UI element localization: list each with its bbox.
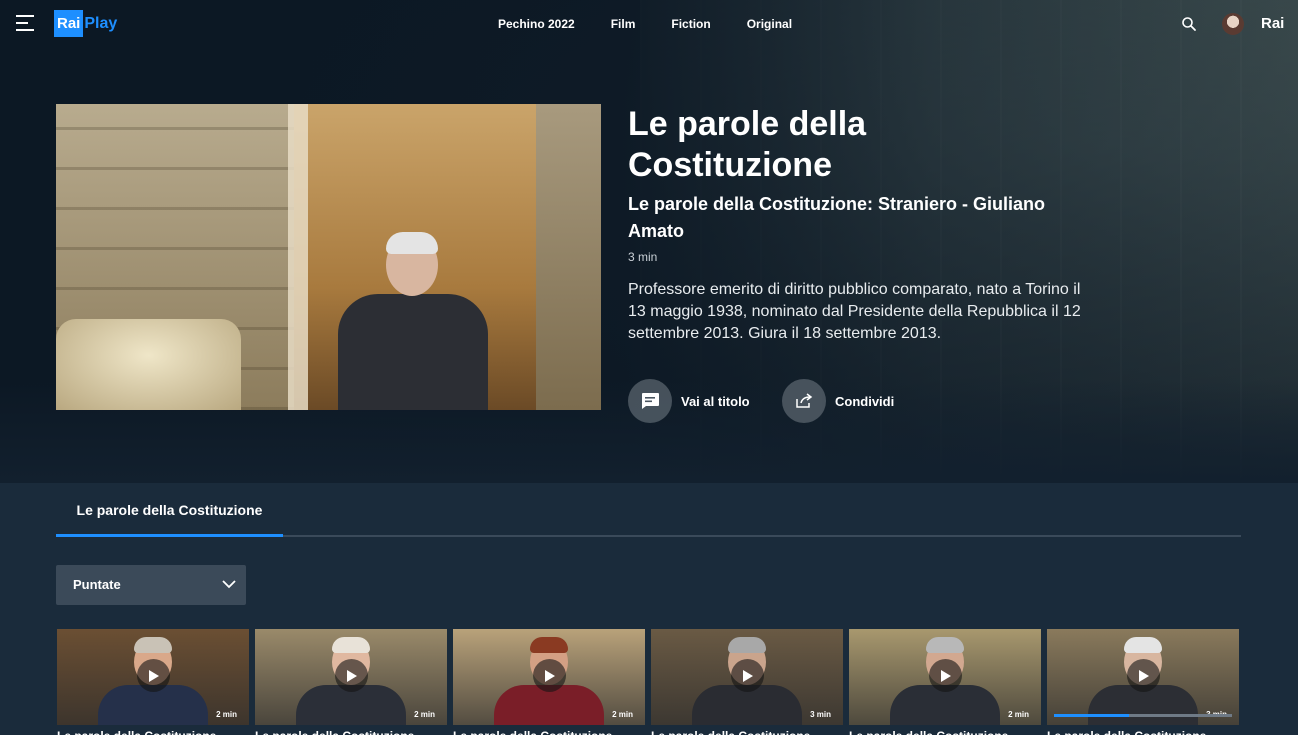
episode-duration-badge: 2 min xyxy=(1008,710,1029,719)
nav-item-film[interactable]: Film xyxy=(593,17,654,31)
season-select-value: Puntate xyxy=(73,577,121,592)
episode-card[interactable]: 3 min xyxy=(651,629,843,725)
share-icon xyxy=(796,393,813,408)
episode-duration-badge: 3 min xyxy=(810,710,831,719)
episode-card-title[interactable]: Le parole della Costituzione xyxy=(255,729,447,735)
hero-image[interactable] xyxy=(56,104,601,410)
play-icon[interactable] xyxy=(1127,659,1160,692)
top-navigation: Rai Play Pechino 2022 Film Fiction Origi… xyxy=(0,0,1298,48)
play-icon[interactable] xyxy=(137,659,170,692)
episode-carousel: 2 min Le parole della Costituzione 2 min Le… xyxy=(57,629,1241,735)
page-title: Le parole della Costituzione xyxy=(628,105,867,184)
go-to-title-label: Vai al titolo xyxy=(681,393,750,409)
episode-card-title[interactable]: Le parole della Costituzione xyxy=(57,729,249,735)
chevron-down-icon xyxy=(222,580,236,589)
episode-card-title[interactable]: Le parole della Costituzione xyxy=(1047,729,1239,735)
season-select[interactable]: Puntate xyxy=(56,565,246,605)
go-to-title-button[interactable]: Vai al titolo xyxy=(628,379,750,423)
episode-duration-badge: 2 min xyxy=(216,710,237,719)
user-avatar[interactable] xyxy=(1222,13,1244,35)
episode-title: Le parole della Costituzione: Straniero … xyxy=(628,194,1046,241)
play-icon[interactable] xyxy=(929,659,962,692)
rai-brand-link[interactable]: Rai xyxy=(1261,15,1284,32)
episode-card[interactable]: 2 min xyxy=(849,629,1041,725)
share-button[interactable]: Condividi xyxy=(782,379,894,423)
tab-active-indicator xyxy=(56,534,283,537)
comment-icon xyxy=(642,393,659,409)
episode-card[interactable]: 2 min xyxy=(255,629,447,725)
hero-section: Rai Play Pechino 2022 Film Fiction Origi… xyxy=(0,0,1298,483)
episode-card[interactable]: 2 min xyxy=(453,629,645,725)
play-icon[interactable] xyxy=(731,659,764,692)
tab-le-parole-della-costituzione[interactable]: Le parole della Costituzione xyxy=(56,483,283,537)
episode-duration: 3 min xyxy=(628,250,658,264)
share-label: Condividi xyxy=(835,393,895,409)
main-nav: Pechino 2022 Film Fiction Original xyxy=(480,0,810,48)
nav-item-fiction[interactable]: Fiction xyxy=(653,17,728,31)
episode-card-title[interactable]: Le parole della Costituzione xyxy=(651,729,843,735)
play-icon[interactable] xyxy=(533,659,566,692)
search-icon[interactable] xyxy=(1181,16,1197,32)
logo-play-text: Play xyxy=(84,14,118,32)
episode-card[interactable]: 2 min xyxy=(57,629,249,725)
nav-item-original[interactable]: Original xyxy=(729,17,810,31)
episode-card-title[interactable]: Le parole della Costituzione xyxy=(849,729,1041,735)
logo-rai-text: Rai xyxy=(54,10,84,37)
play-icon[interactable] xyxy=(335,659,368,692)
watch-progress-bar xyxy=(1054,714,1232,717)
episode-duration-badge: 2 min xyxy=(612,710,633,719)
episode-card-title[interactable]: Le parole della Costituzione xyxy=(453,729,645,735)
episode-duration-badge: 2 min xyxy=(414,710,435,719)
episodes-section: Le parole della Costituzione Puntate 2 m… xyxy=(0,483,1298,735)
episode-description: Professore emerito di diritto pubblico c… xyxy=(628,281,1081,342)
hamburger-menu-icon[interactable] xyxy=(16,15,34,31)
episode-card[interactable]: 3 min xyxy=(1047,629,1239,725)
raiplay-logo[interactable]: Rai Play xyxy=(54,10,117,37)
nav-item-pechino-2022[interactable]: Pechino 2022 xyxy=(480,17,593,31)
